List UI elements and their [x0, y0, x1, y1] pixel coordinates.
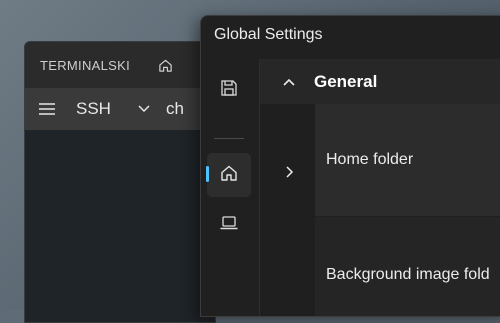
section-title: General	[314, 71, 378, 91]
nav-divider	[214, 138, 244, 139]
app-title: TERMINALSKI	[40, 57, 130, 73]
terminal-content	[25, 130, 215, 322]
chevron-down-icon[interactable]	[137, 104, 151, 114]
nav-home-button[interactable]	[206, 153, 251, 197]
chevron-right-icon[interactable]	[284, 165, 294, 179]
setting-label: Background image fold	[326, 265, 490, 283]
settings-content: General Home folder Background image fol…	[260, 59, 500, 316]
section-header-general[interactable]: General	[260, 59, 500, 104]
setting-label: Home folder	[326, 151, 414, 168]
chevron-up-icon[interactable]	[282, 77, 296, 87]
laptop-icon	[219, 215, 239, 236]
terminal-titlebar: TERMINALSKI	[25, 42, 215, 88]
connection-label[interactable]: ch	[166, 99, 184, 119]
setting-row-background-image-folder[interactable]: Background image fold	[315, 217, 500, 316]
window-title: Global Settings	[214, 26, 323, 43]
nav-devices-button[interactable]	[207, 203, 251, 247]
protocol-selector[interactable]: SSH	[76, 99, 111, 119]
terminal-window: TERMINALSKI SSH ch	[24, 41, 216, 323]
home-icon	[220, 164, 238, 187]
selection-indicator	[206, 166, 209, 182]
terminal-toolbar: SSH ch	[25, 88, 215, 130]
home-icon[interactable]	[158, 58, 173, 73]
settings-window: Global Settings General Home folder Back…	[200, 15, 500, 317]
nav-rail	[201, 59, 260, 316]
row-gutter	[260, 104, 315, 316]
setting-row-home-folder[interactable]: Home folder	[315, 104, 500, 216]
nav-save-button[interactable]	[207, 68, 251, 112]
menu-icon[interactable]	[38, 102, 56, 116]
save-icon	[220, 79, 238, 102]
